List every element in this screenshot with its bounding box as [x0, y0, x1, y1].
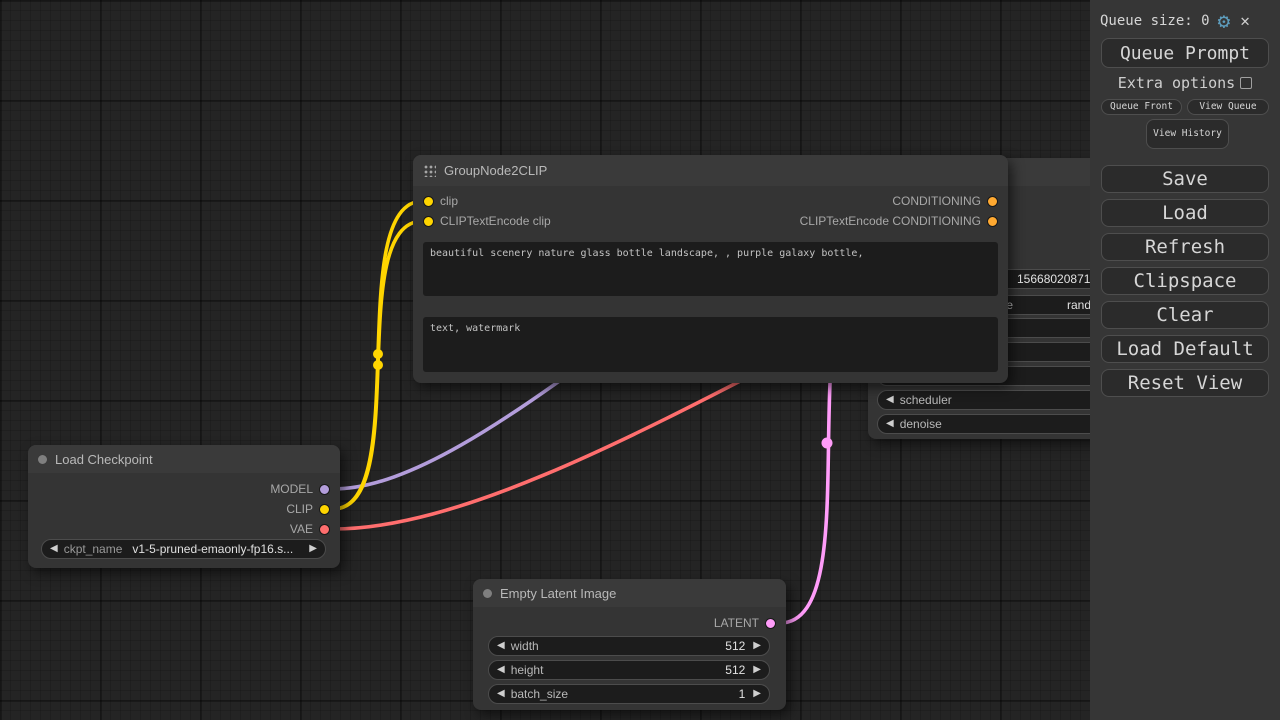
- node-groupnode2clip[interactable]: GroupNode2CLIP clip CLIPTextEncode clip …: [413, 155, 1008, 383]
- refresh-button[interactable]: Refresh: [1101, 233, 1269, 261]
- view-queue-button[interactable]: View Queue: [1187, 99, 1269, 115]
- model-output-label: MODEL: [270, 482, 313, 496]
- close-icon[interactable]: ✕: [1240, 13, 1250, 29]
- clip-link-dot-2: [373, 360, 383, 370]
- model-socket-icon[interactable]: [319, 484, 330, 495]
- ckpt-name-label: ckpt_name: [64, 542, 123, 556]
- clip-socket-icon[interactable]: [319, 504, 330, 515]
- height-widget[interactable]: ◀ height 512 ▶: [488, 660, 770, 680]
- clip-input-label: clip: [440, 194, 458, 208]
- collapse-dot-icon[interactable]: [38, 455, 47, 464]
- cliptextencode-conditioning-output-slot[interactable]: CLIPTextEncode CONDITIONING: [800, 213, 1004, 229]
- width-widget[interactable]: ◀ width 512 ▶: [488, 636, 770, 656]
- extra-options-checkbox[interactable]: [1240, 77, 1252, 89]
- clipspace-button[interactable]: Clipspace: [1101, 267, 1269, 295]
- node-canvas[interactable]: 15668020871 control_after_generate rando…: [0, 0, 1090, 720]
- clip-socket-icon[interactable]: [423, 216, 434, 227]
- latent-output-label: LATENT: [714, 616, 759, 630]
- latent-output-slot[interactable]: LATENT: [714, 615, 782, 631]
- control-after-generate-value: randomize: [1067, 298, 1090, 312]
- clip-output-label: CLIP: [286, 502, 313, 516]
- node-title: Empty Latent Image: [500, 586, 616, 601]
- node-load-checkpoint[interactable]: Load Checkpoint MODEL CLIP VAE ◀ ckpt_na…: [28, 445, 340, 568]
- decrement-arrow-icon[interactable]: ◀: [497, 665, 505, 675]
- positive-prompt-textarea[interactable]: beautiful scenery nature glass bottle la…: [423, 242, 998, 296]
- cliptextencode-clip-input-slot[interactable]: CLIPTextEncode clip: [417, 213, 551, 229]
- node-empty-latent-image[interactable]: Empty Latent Image LATENT ◀ width 512 ▶ …: [473, 579, 786, 710]
- empty-latent-title-bar[interactable]: Empty Latent Image: [473, 579, 786, 607]
- clear-button[interactable]: Clear: [1101, 301, 1269, 329]
- settings-gear-icon[interactable]: ⚙: [1218, 11, 1231, 32]
- denoise-label: denoise: [900, 417, 942, 431]
- view-history-button[interactable]: View History: [1146, 119, 1229, 149]
- negative-prompt-textarea[interactable]: text, watermark: [423, 317, 998, 372]
- conditioning-output-label: CONDITIONING: [892, 194, 981, 208]
- save-button[interactable]: Save: [1101, 165, 1269, 193]
- ckpt-name-value: v1-5-pruned-emaonly-fp16.s...: [132, 542, 293, 556]
- load-button[interactable]: Load: [1101, 199, 1269, 227]
- queue-front-button[interactable]: Queue Front: [1101, 99, 1182, 115]
- increment-arrow-icon[interactable]: ▶: [753, 689, 761, 699]
- increment-arrow-icon[interactable]: ▶: [753, 641, 761, 651]
- load-checkpoint-title-bar[interactable]: Load Checkpoint: [28, 445, 340, 473]
- width-value: 512: [725, 639, 745, 653]
- conditioning-socket-icon[interactable]: [987, 216, 998, 227]
- clip-output-slot[interactable]: CLIP: [286, 501, 336, 517]
- height-label: height: [511, 663, 544, 677]
- vae-output-label: VAE: [290, 522, 313, 536]
- batch-size-label: batch_size: [511, 687, 568, 701]
- latent-link-dot: [822, 438, 833, 449]
- clip-link-dot-1: [373, 349, 383, 359]
- node-title: GroupNode2CLIP: [444, 163, 547, 178]
- conditioning-output-slot[interactable]: CONDITIONING: [892, 193, 1004, 209]
- load-default-button[interactable]: Load Default: [1101, 335, 1269, 363]
- extra-options-label: Extra options: [1118, 74, 1235, 92]
- vae-socket-icon[interactable]: [319, 524, 330, 535]
- decrement-arrow-icon[interactable]: ◀: [497, 689, 505, 699]
- drag-dots-icon: [423, 164, 436, 177]
- width-label: width: [511, 639, 539, 653]
- vae-output-slot[interactable]: VAE: [290, 521, 336, 537]
- batch-size-widget[interactable]: ◀ batch_size 1 ▶: [488, 684, 770, 704]
- latent-socket-icon[interactable]: [765, 618, 776, 629]
- prev-arrow-icon[interactable]: ◀: [886, 395, 894, 405]
- comfy-menu: Queue size: 0 ⚙ ✕ Queue Prompt Extra opt…: [1090, 0, 1280, 720]
- decrement-arrow-icon[interactable]: ◀: [886, 419, 894, 429]
- ckpt-name-widget[interactable]: ◀ ckpt_name v1-5-pruned-emaonly-fp16.s..…: [41, 539, 326, 559]
- reset-view-button[interactable]: Reset View: [1101, 369, 1269, 397]
- groupnode-title-bar[interactable]: GroupNode2CLIP: [413, 155, 1008, 186]
- batch-size-value: 1: [739, 687, 746, 701]
- scheduler-widget[interactable]: ◀ scheduler: [877, 390, 1090, 410]
- next-ckpt-arrow-icon[interactable]: ▶: [309, 544, 317, 554]
- queue-prompt-button[interactable]: Queue Prompt: [1101, 38, 1269, 68]
- model-output-slot[interactable]: MODEL: [270, 481, 336, 497]
- clip-input-slot[interactable]: clip: [417, 193, 458, 209]
- cliptextencode-conditioning-output-label: CLIPTextEncode CONDITIONING: [800, 214, 981, 228]
- prev-ckpt-arrow-icon[interactable]: ◀: [50, 544, 58, 554]
- comfyui-window: 15668020871 control_after_generate rando…: [0, 0, 1280, 720]
- clip-socket-icon[interactable]: [423, 196, 434, 207]
- decrement-arrow-icon[interactable]: ◀: [497, 641, 505, 651]
- queue-size-label: Queue size: 0: [1100, 13, 1210, 29]
- scheduler-label: scheduler: [900, 393, 952, 407]
- cliptextencode-clip-input-label: CLIPTextEncode clip: [440, 214, 551, 228]
- denoise-widget[interactable]: ◀ denoise: [877, 414, 1090, 434]
- collapse-dot-icon[interactable]: [483, 589, 492, 598]
- node-title: Load Checkpoint: [55, 452, 153, 467]
- increment-arrow-icon[interactable]: ▶: [753, 665, 761, 675]
- conditioning-socket-icon[interactable]: [987, 196, 998, 207]
- height-value: 512: [725, 663, 745, 677]
- seed-value: 15668020871: [1017, 272, 1090, 286]
